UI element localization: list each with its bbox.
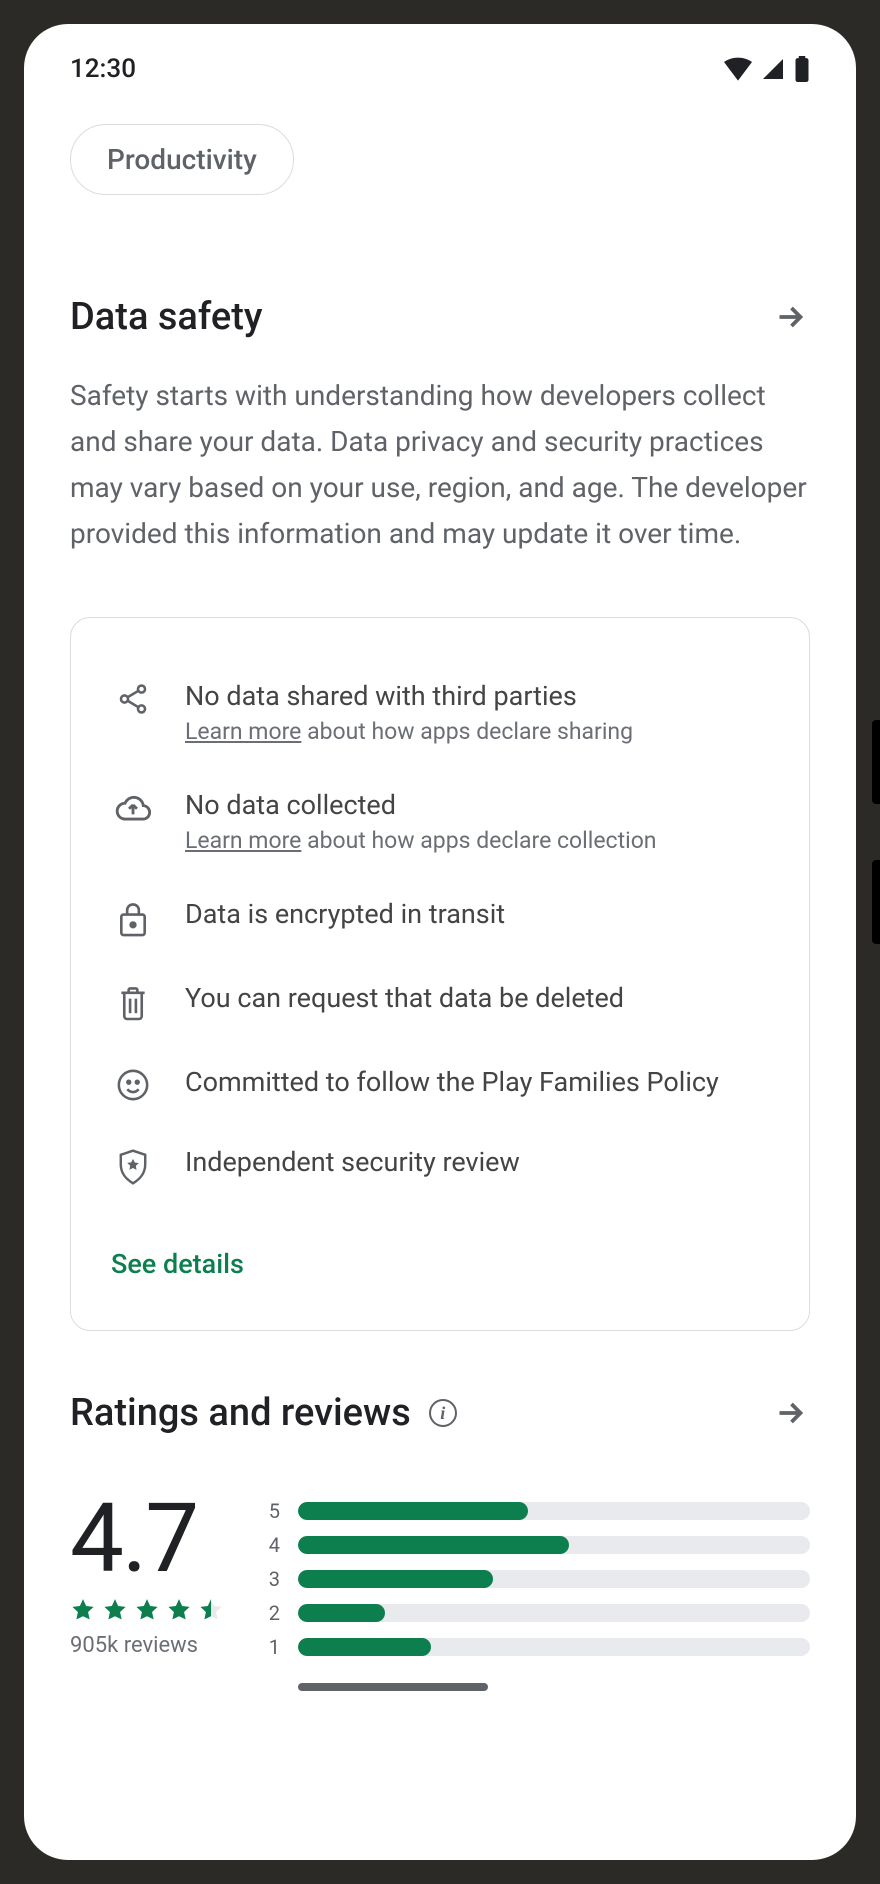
shield-star-icon: [111, 1146, 155, 1186]
safety-row-collection: No data collected Learn more about how a…: [111, 767, 769, 876]
device-side-button: [872, 720, 880, 804]
learn-more-link[interactable]: Learn more: [185, 718, 301, 745]
wifi-icon: [724, 57, 752, 81]
rating-bar-row: 4: [264, 1533, 810, 1557]
star-icon: [198, 1597, 224, 1623]
rating-bar-row: 5: [264, 1499, 810, 1523]
rating-bar-fill: [298, 1536, 569, 1554]
star-icon: [70, 1597, 96, 1623]
star-icon: [102, 1597, 128, 1623]
arrow-right-icon[interactable]: [770, 297, 810, 337]
trash-icon: [111, 982, 155, 1022]
arrow-right-icon[interactable]: [770, 1393, 810, 1433]
chip-label: Productivity: [107, 143, 257, 176]
battery-icon: [794, 56, 810, 82]
chips-row: Productivity: [70, 94, 810, 235]
signal-icon: [760, 57, 786, 81]
data-safety-card: No data shared with third parties Learn …: [70, 617, 810, 1331]
status-time: 12:30: [70, 54, 136, 84]
learn-more-link[interactable]: Learn more: [185, 827, 301, 854]
safety-row-title: You can request that data be deleted: [185, 982, 769, 1014]
rating-bar-label: 2: [264, 1601, 280, 1625]
rating-bar-track: [298, 1502, 810, 1520]
rating-distribution: 5 4 3 2 1: [264, 1491, 810, 1691]
rating-bar-label: 5: [264, 1499, 280, 1523]
safety-row-sharing: No data shared with third parties Learn …: [111, 658, 769, 767]
share-icon: [111, 680, 155, 716]
safety-row-encryption: Data is encrypted in transit: [111, 876, 769, 960]
safety-row-title: Committed to follow the Play Families Po…: [185, 1066, 769, 1098]
rating-bar-label: 3: [264, 1567, 280, 1591]
ratings-block: 4.7 905k reviews 5 4 3 2 1: [70, 1451, 810, 1691]
rating-bar-track: [298, 1536, 810, 1554]
safety-row-delete: You can request that data be deleted: [111, 960, 769, 1044]
data-safety-title: Data safety: [70, 295, 263, 339]
chip-productivity[interactable]: Productivity: [70, 124, 294, 195]
ratings-header[interactable]: Ratings and reviews i: [70, 1331, 810, 1451]
cloud-upload-icon: [111, 789, 155, 825]
rating-bar-label: 4: [264, 1533, 280, 1557]
status-icons: [724, 56, 810, 82]
see-details-link[interactable]: See details: [111, 1208, 769, 1280]
info-icon[interactable]: i: [429, 1399, 457, 1427]
reviews-count: 905k reviews: [70, 1623, 224, 1658]
safety-row-title: No data shared with third parties: [185, 680, 769, 712]
device-side-button: [872, 860, 880, 944]
rating-bar-row: 2: [264, 1601, 810, 1625]
safety-row-subtitle: Learn more about how apps declare sharin…: [185, 712, 769, 745]
data-safety-header[interactable]: Data safety: [70, 235, 810, 355]
status-bar: 12:30: [24, 24, 856, 94]
rating-bar-row: 3: [264, 1567, 810, 1591]
star-icon: [166, 1597, 192, 1623]
lock-icon: [111, 898, 155, 938]
rating-bar-label: 1: [264, 1635, 280, 1659]
safety-row-title: No data collected: [185, 789, 769, 821]
rating-bar-fill: [298, 1638, 431, 1656]
rating-bar-fill: [298, 1502, 528, 1520]
safety-row-subtitle: Learn more about how apps declare collec…: [185, 821, 769, 854]
data-safety-description: Safety starts with understanding how dev…: [70, 355, 810, 597]
star-icon: [134, 1597, 160, 1623]
rating-bar-track: [298, 1604, 810, 1622]
family-icon: [111, 1066, 155, 1102]
safety-row-security-review: Independent security review: [111, 1124, 769, 1208]
safety-row-title: Independent security review: [185, 1146, 769, 1178]
rating-bar-row: 1: [264, 1635, 810, 1659]
safety-row-families: Committed to follow the Play Families Po…: [111, 1044, 769, 1124]
rating-summary: 4.7 905k reviews: [70, 1491, 224, 1658]
rating-value: 4.7: [70, 1491, 224, 1587]
horizontal-scroll-indicator: [298, 1683, 488, 1691]
rating-bar-track: [298, 1638, 810, 1656]
rating-bar-track: [298, 1570, 810, 1588]
ratings-title: Ratings and reviews: [70, 1391, 411, 1435]
safety-row-title: Data is encrypted in transit: [185, 898, 769, 930]
rating-bar-fill: [298, 1604, 385, 1622]
rating-bar-fill: [298, 1570, 493, 1588]
